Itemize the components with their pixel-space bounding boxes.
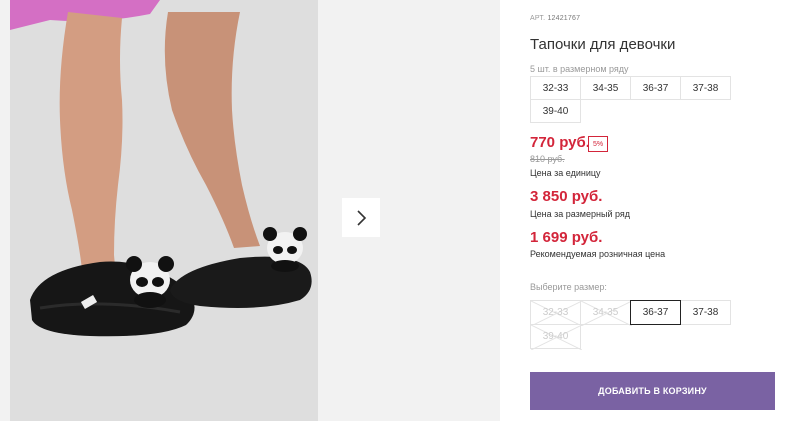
size-option-34-35: 34-35 xyxy=(580,300,632,326)
size-option-label: 37-38 xyxy=(692,307,719,318)
product-page: АРТ. 12421767 Тапочки для девочки 5 шт. … xyxy=(0,0,800,421)
add-to-cart-button[interactable]: ДОБАВИТЬ В КОРЗИНУ xyxy=(530,372,775,410)
size-row-note: 5 шт. в размерном ряду xyxy=(530,64,629,74)
size-selector: 32-33 34-35 36-37 37-38 39-40 xyxy=(530,300,734,350)
size-select-label: Выберите размер: xyxy=(530,282,607,292)
unit-price-caption: Цена за единицу xyxy=(530,168,601,178)
size-option-32-33: 32-33 xyxy=(530,300,582,326)
product-gallery xyxy=(0,0,500,421)
size-row-item: 34-35 xyxy=(580,76,631,100)
article-value: 12421767 xyxy=(547,15,581,22)
size-option-label: 36-37 xyxy=(642,307,669,318)
product-photo-illustration xyxy=(10,0,318,421)
size-row-item: 36-37 xyxy=(630,76,681,100)
discount-badge: 5% xyxy=(588,136,608,152)
old-price: 810 руб. xyxy=(530,154,565,164)
retail-price: 1 699 руб. xyxy=(530,229,603,246)
size-row-item: 39-40 xyxy=(530,99,581,123)
article-label: АРТ. xyxy=(530,15,546,22)
size-row-item: 37-38 xyxy=(680,76,731,100)
unit-price: 770 руб. xyxy=(530,134,590,151)
size-row-price: 3 850 руб. xyxy=(530,188,603,205)
gallery-next-button[interactable] xyxy=(342,198,380,237)
size-option-39-40: 39-40 xyxy=(530,324,582,350)
size-option-37-38[interactable]: 37-38 xyxy=(680,300,731,325)
size-row-price-caption: Цена за размерный ряд xyxy=(530,209,631,219)
size-option-36-37[interactable]: 36-37 xyxy=(630,300,681,325)
article-number: АРТ. 12421767 xyxy=(530,15,580,22)
size-option-label: 32-33 xyxy=(542,307,569,318)
chevron-right-icon xyxy=(357,209,367,226)
size-row-item: 32-33 xyxy=(530,76,581,100)
product-photo xyxy=(10,0,318,421)
retail-price-caption: Рекомендуемая розничная цена xyxy=(530,249,666,259)
size-option-label: 34-35 xyxy=(592,307,619,318)
size-option-label: 39-40 xyxy=(542,331,569,342)
product-title: Тапочки для девочки xyxy=(530,36,676,53)
